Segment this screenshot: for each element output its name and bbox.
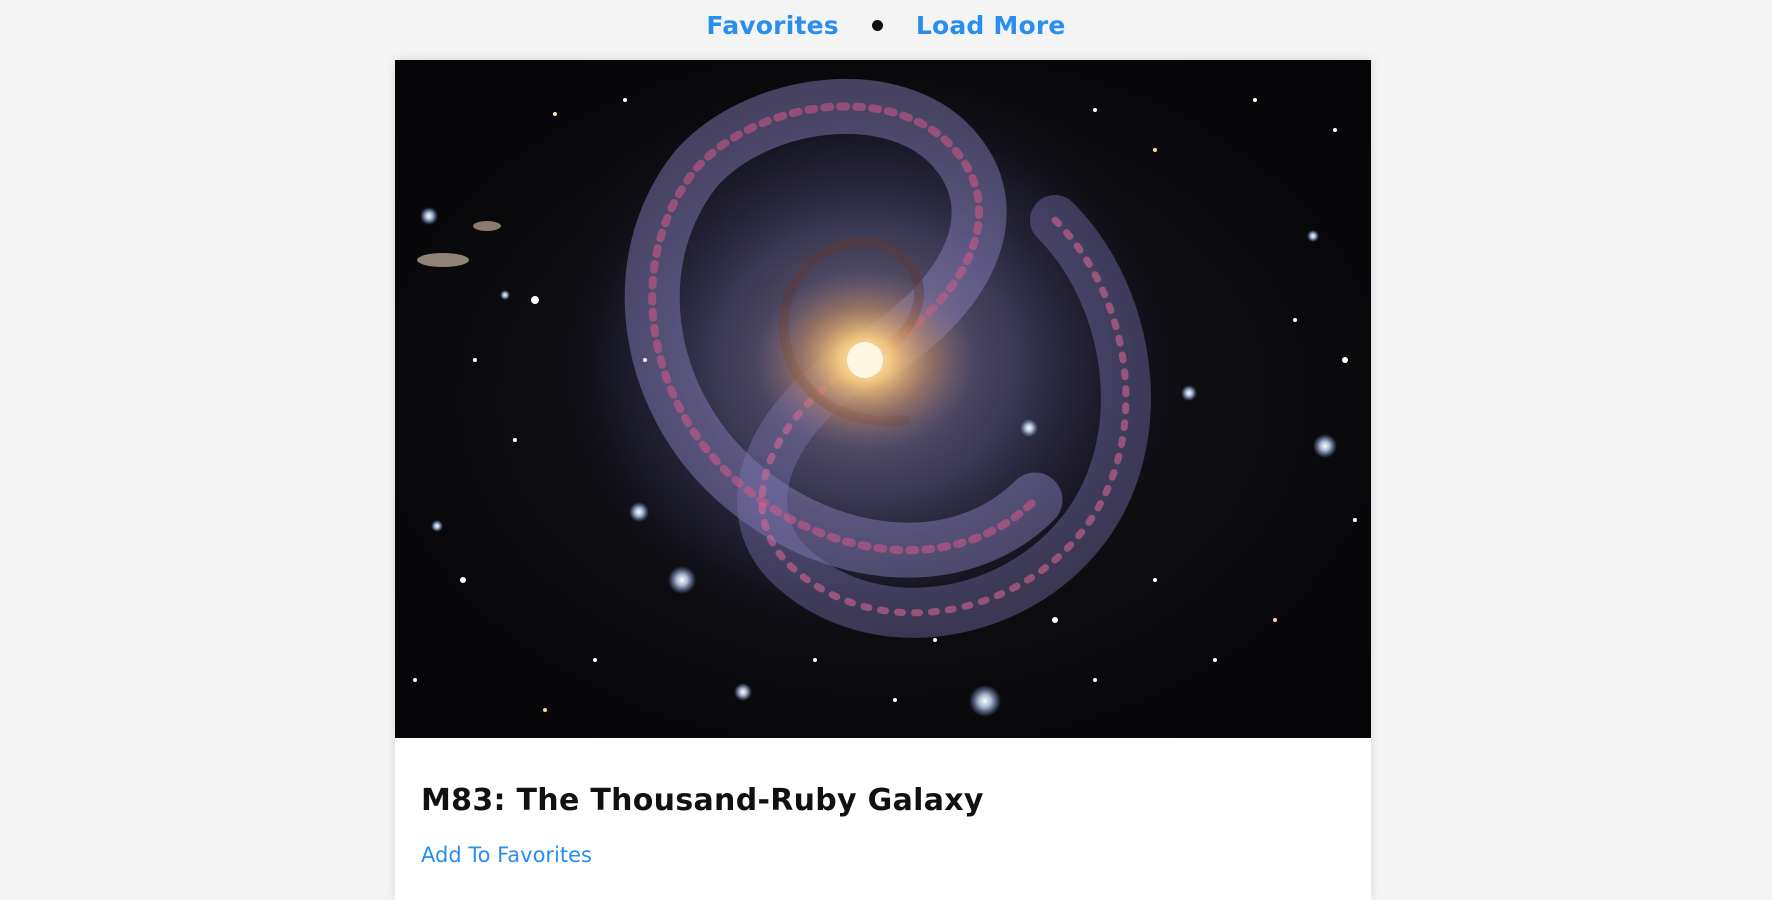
- add-to-favorites-link[interactable]: Add To Favorites: [421, 843, 592, 867]
- image-title: M83: The Thousand-Ruby Galaxy: [421, 783, 984, 818]
- apod-card: M83: The Thousand-Ruby Galaxy Add To Fav…: [395, 60, 1371, 900]
- separator-dot-icon: [871, 19, 883, 31]
- top-nav: Favorites Load More: [0, 0, 1772, 60]
- galaxy-illustration: [413, 60, 1357, 717]
- favorites-link[interactable]: Favorites: [706, 11, 838, 40]
- load-more-link[interactable]: Load More: [916, 11, 1066, 40]
- galaxy-image: [395, 60, 1371, 738]
- card-body: M83: The Thousand-Ruby Galaxy Add To Fav…: [395, 783, 1371, 867]
